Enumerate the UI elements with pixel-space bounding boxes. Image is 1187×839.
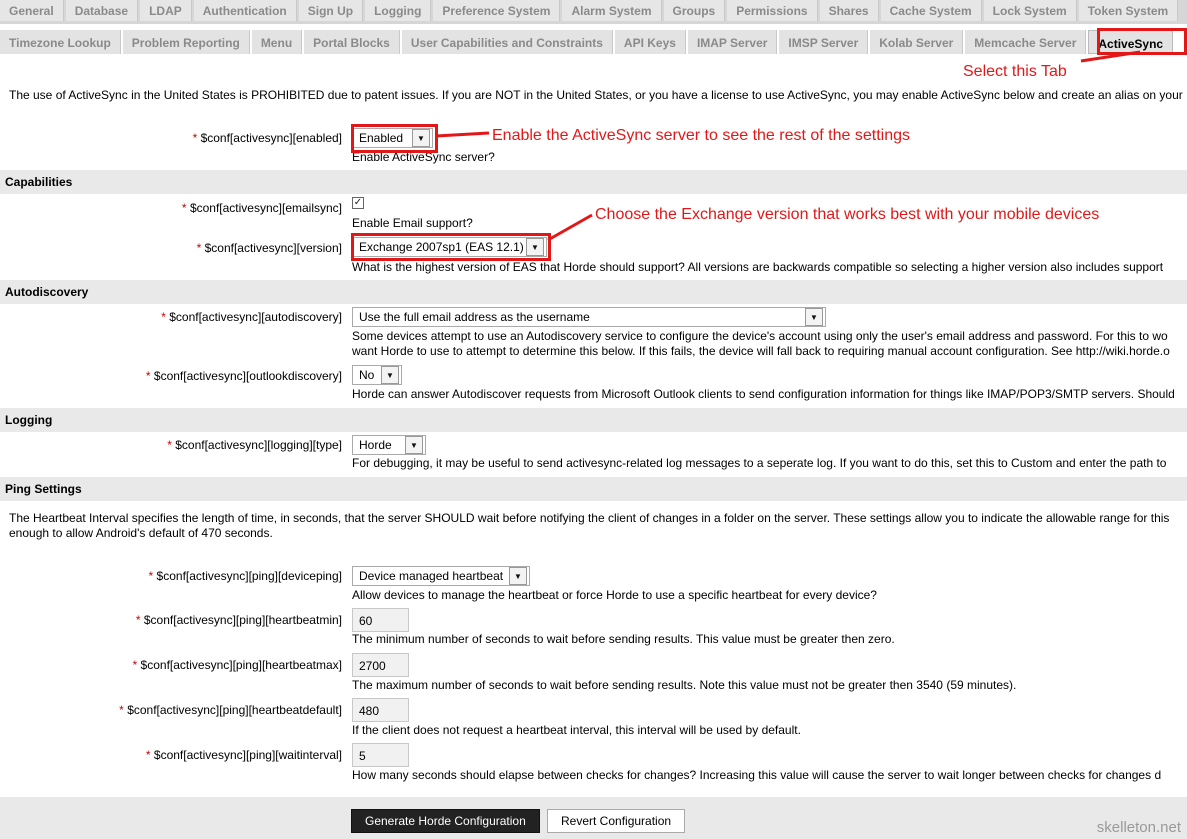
annotation-select-tab: Select this Tab [963, 63, 1067, 80]
arrow-enable [435, 131, 490, 138]
annotation-arrows [435, 50, 1141, 242]
annotation-version: Choose the Exchange version that works b… [595, 206, 1100, 223]
annotation-box-version [351, 233, 551, 261]
arrow-tab [1080, 50, 1141, 63]
annotation-box-enabled [351, 124, 438, 153]
arrow-version [547, 213, 593, 242]
annotation-enable: Enable the ActiveSync server to see the … [492, 127, 911, 144]
